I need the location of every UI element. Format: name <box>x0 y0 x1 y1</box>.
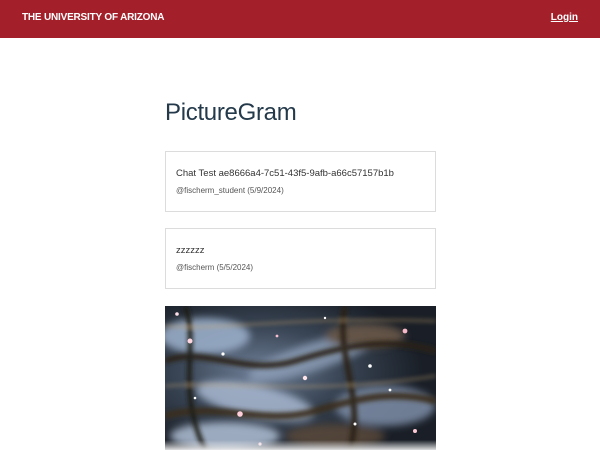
top-navbar: THE UNIVERSITY OF ARIZONA Login <box>0 0 600 38</box>
page-title: PictureGram <box>165 99 297 126</box>
post-card: Chat Test ae8666a4-7c51-43f5-9afb-a66c57… <box>165 151 436 212</box>
post-meta: @fischerm (5/5/2024) <box>176 263 254 272</box>
post-text: zzzzzz <box>176 245 205 256</box>
post-meta: @fischerm_student (5/9/2024) <box>176 186 284 195</box>
university-brand[interactable]: THE UNIVERSITY OF ARIZONA <box>22 12 164 23</box>
post-card: zzzzzz @fischerm (5/5/2024) <box>165 228 436 289</box>
bottom-fade <box>0 440 600 450</box>
image-post <box>165 306 436 450</box>
login-link[interactable]: Login <box>551 12 578 23</box>
galaxy-image <box>165 306 436 450</box>
post-text: Chat Test ae8666a4-7c51-43f5-9afb-a66c57… <box>176 168 394 179</box>
